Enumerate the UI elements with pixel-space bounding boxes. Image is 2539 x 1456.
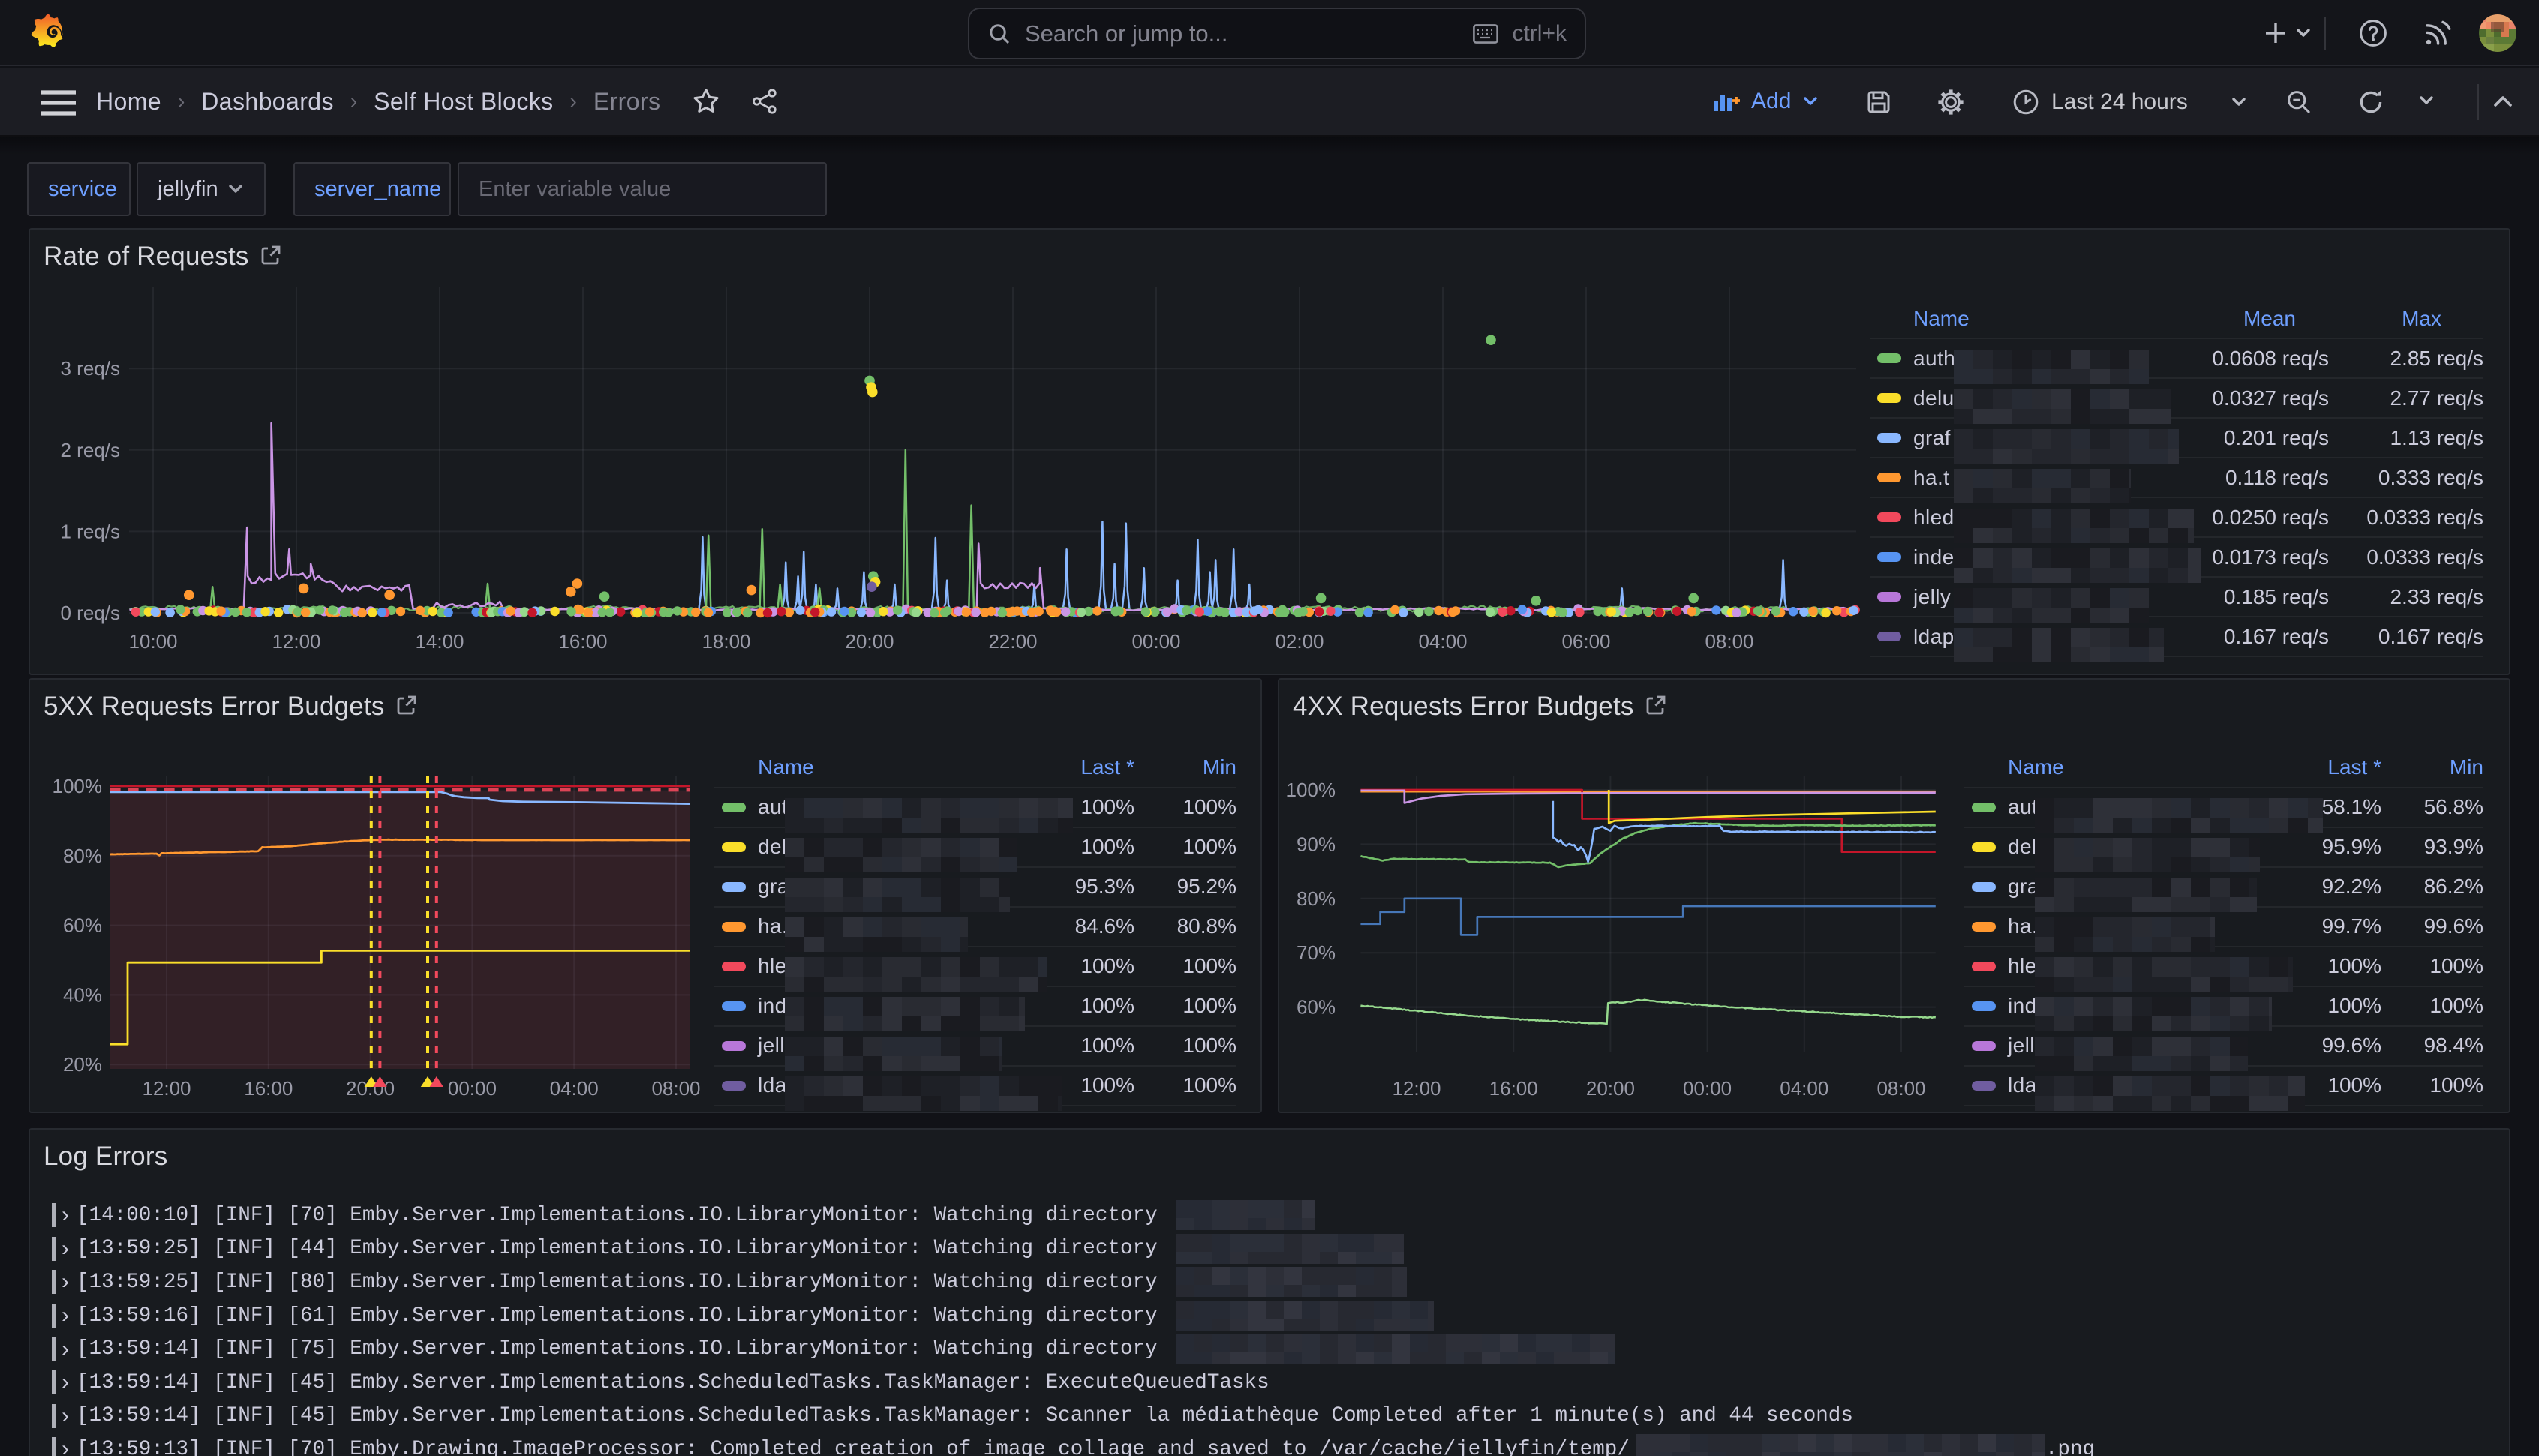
- svg-text:40%: 40%: [63, 983, 102, 1006]
- svg-text:04:00: 04:00: [1780, 1077, 1828, 1100]
- svg-text:16:00: 16:00: [244, 1077, 293, 1100]
- svg-text:20%: 20%: [63, 1053, 102, 1076]
- svg-text:1 req/s: 1 req/s: [61, 520, 121, 542]
- svg-text:00:00: 00:00: [448, 1077, 497, 1100]
- svg-text:12:00: 12:00: [272, 630, 320, 653]
- svg-text:00:00: 00:00: [1131, 630, 1180, 653]
- svg-text:00:00: 00:00: [1683, 1077, 1732, 1100]
- svg-text:16:00: 16:00: [558, 630, 607, 653]
- svg-text:90%: 90%: [1297, 833, 1336, 855]
- svg-text:0 req/s: 0 req/s: [61, 602, 121, 624]
- svg-text:70%: 70%: [1297, 941, 1336, 964]
- svg-text:06:00: 06:00: [1561, 630, 1610, 653]
- svg-text:08:00: 08:00: [1705, 630, 1753, 653]
- svg-text:08:00: 08:00: [651, 1077, 700, 1100]
- svg-text:80%: 80%: [63, 845, 102, 867]
- svg-text:04:00: 04:00: [1418, 630, 1467, 653]
- svg-text:20:00: 20:00: [1586, 1077, 1635, 1100]
- svg-text:14:00: 14:00: [415, 630, 464, 653]
- svg-text:3 req/s: 3 req/s: [61, 357, 121, 380]
- svg-text:80%: 80%: [1297, 887, 1336, 910]
- svg-text:16:00: 16:00: [1489, 1077, 1538, 1100]
- svg-text:04:00: 04:00: [550, 1077, 599, 1100]
- svg-text:18:00: 18:00: [702, 630, 750, 653]
- svg-text:20:00: 20:00: [845, 630, 894, 653]
- svg-text:10:00: 10:00: [128, 630, 177, 653]
- svg-text:22:00: 22:00: [988, 630, 1037, 653]
- svg-text:100%: 100%: [1286, 779, 1336, 801]
- svg-text:12:00: 12:00: [1392, 1077, 1441, 1100]
- svg-text:08:00: 08:00: [1876, 1077, 1925, 1100]
- svg-text:02:00: 02:00: [1275, 630, 1324, 653]
- svg-text:60%: 60%: [63, 914, 102, 937]
- svg-text:100%: 100%: [53, 775, 103, 797]
- svg-text:12:00: 12:00: [142, 1077, 191, 1100]
- svg-text:2 req/s: 2 req/s: [61, 439, 121, 461]
- svg-text:60%: 60%: [1297, 996, 1336, 1019]
